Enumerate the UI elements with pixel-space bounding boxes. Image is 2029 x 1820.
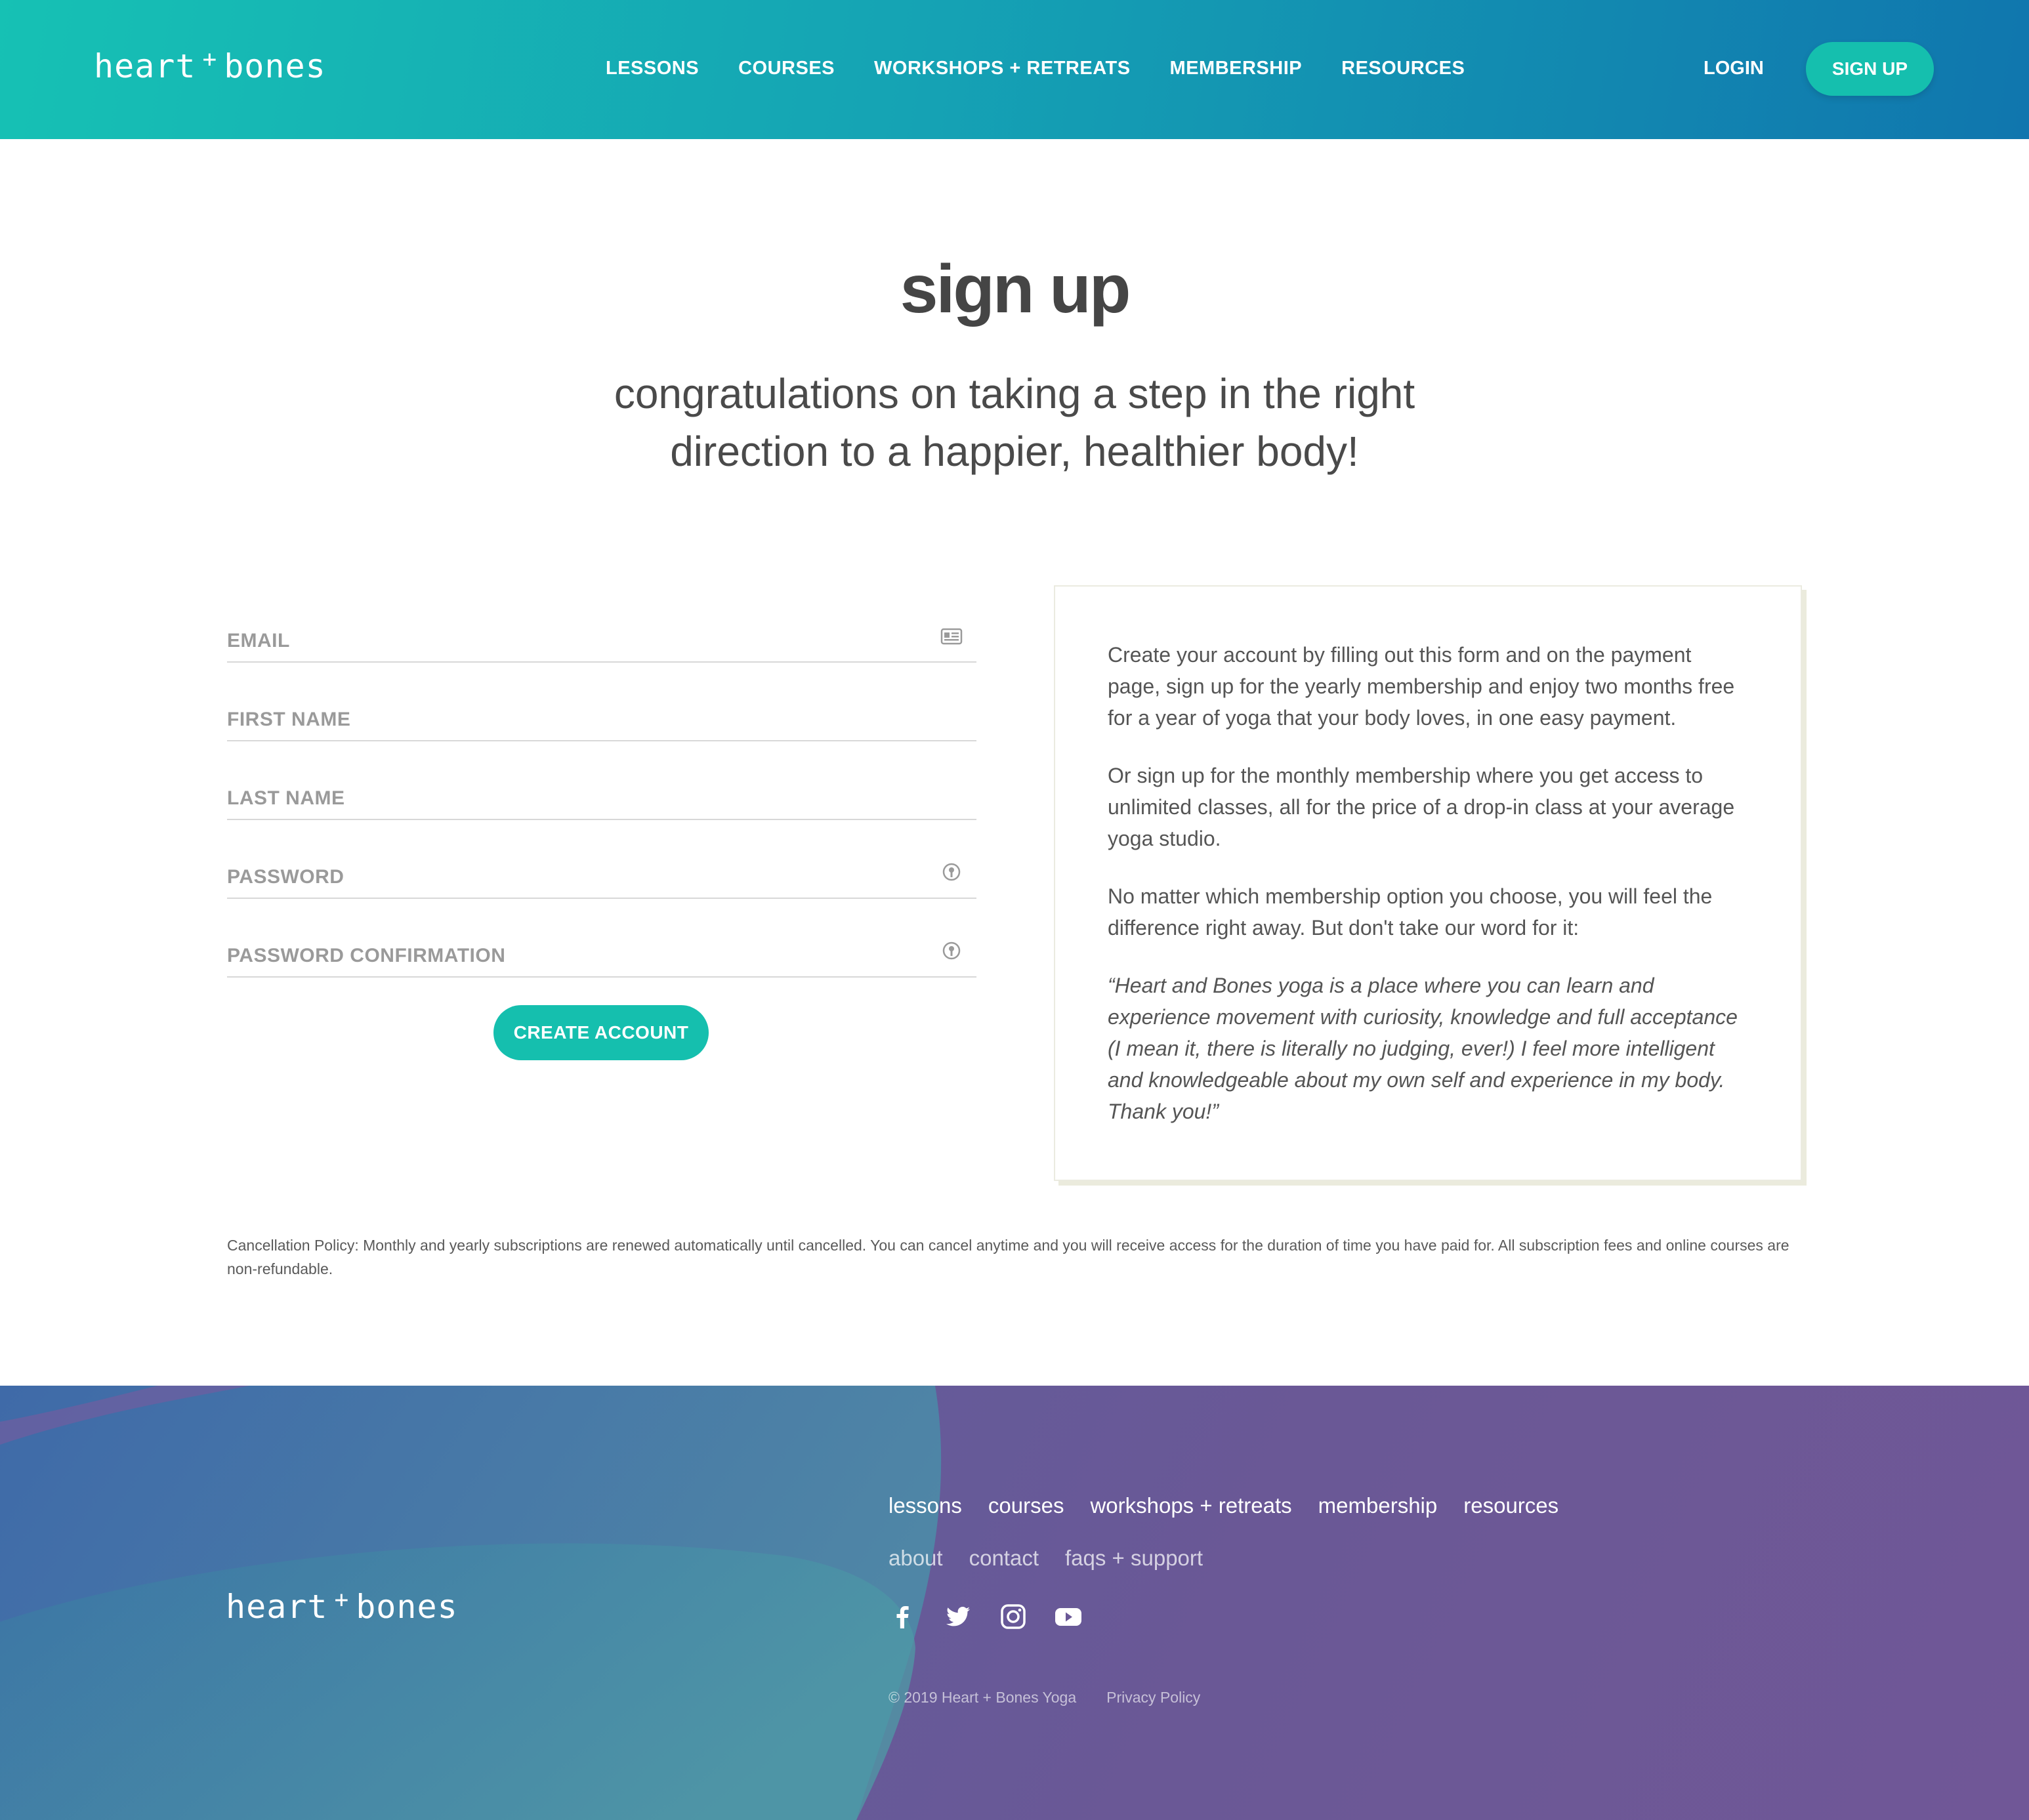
page-subtitle: congratulations on taking a step in the … [614,370,1415,475]
last-name-input[interactable] [227,776,923,815]
cancellation-policy: Cancellation Policy: Monthly and yearly … [227,1237,1789,1277]
nav-lessons[interactable]: LESSONS [606,58,699,79]
facebook-icon[interactable] [889,1602,917,1631]
info-paragraph-difference: No matter which membership option you ch… [1108,884,1713,940]
footer-legal: © 2019 Heart + Bones Yoga Privacy Policy [889,1689,1200,1706]
youtube-icon[interactable] [1054,1602,1083,1631]
password-manager-icon[interactable] [940,940,963,963]
password-manager-icon[interactable] [940,861,963,884]
logo-text-bones: bones [224,47,326,85]
footer-logo-heart: heart [226,1588,328,1626]
site-header: heart + bones LESSONS COURSES WORKSHOPS + … [0,0,2029,139]
footer-link-contact[interactable]: contact [969,1546,1039,1571]
signup-form: EMAIL FIRST NAME LAST NAME PASSWORD PASS… [227,584,976,978]
page-title: sign up [900,251,1131,327]
footer-link-faqs-support[interactable]: faqs + support [1065,1546,1203,1571]
nav-courses[interactable]: COURSES [738,58,835,79]
first-name-field[interactable]: FIRST NAME [227,663,976,741]
instagram-icon[interactable] [999,1602,1028,1631]
last-name-field[interactable]: LAST NAME [227,741,976,820]
info-paragraph-yearly: Create your account by filling out this … [1108,643,1735,730]
logo-plus: + [202,46,218,73]
password-confirmation-input[interactable] [227,933,923,972]
footer-primary-nav: lessons courses workshops + retreats mem… [889,1493,1558,1518]
site-logo[interactable]: heart + bones [94,46,326,85]
email-input[interactable] [227,618,923,657]
twitter-icon[interactable] [944,1602,973,1631]
social-links [889,1602,1083,1631]
login-link[interactable]: LOGIN [1704,58,1764,79]
footer-logo-plus: + [334,1586,350,1613]
footer-secondary-nav: about contact faqs + support [889,1546,1203,1571]
copyright-text: © 2019 Heart + Bones Yoga [889,1689,1077,1706]
footer-link-membership[interactable]: membership [1318,1493,1438,1518]
footer-link-workshops-retreats[interactable]: workshops + retreats [1090,1493,1291,1518]
password-input[interactable] [227,854,923,894]
main-nav: LESSONS COURSES WORKSHOPS + RETREATS MEM… [606,58,1465,79]
first-name-input[interactable] [227,697,923,736]
password-confirmation-field[interactable]: PASSWORD CONFIRMATION [227,899,976,978]
signup-button[interactable]: SIGN UP [1806,42,1934,96]
footer-link-resources[interactable]: resources [1463,1493,1558,1518]
contact-card-icon[interactable] [940,625,963,648]
privacy-policy-link[interactable]: Privacy Policy [1106,1689,1200,1706]
nav-resources[interactable]: RESOURCES [1341,58,1465,79]
footer-logo[interactable]: heart + bones [226,1586,458,1626]
nav-workshops-retreats[interactable]: WORKSHOPS + RETREATS [874,58,1131,79]
site-footer: heart + bones lessons courses workshops + … [0,1386,2029,1820]
membership-info-card: Create your account by filling out this … [1054,585,1802,1181]
create-account-button[interactable]: CREATE ACCOUNT [493,1005,709,1060]
footer-link-about[interactable]: about [889,1546,943,1571]
nav-membership[interactable]: MEMBERSHIP [1170,58,1303,79]
footer-link-lessons[interactable]: lessons [889,1493,962,1518]
logo-text-heart: heart [94,47,196,85]
footer-link-courses[interactable]: courses [988,1493,1064,1518]
password-field[interactable]: PASSWORD [227,820,976,899]
email-field[interactable]: EMAIL [227,584,976,663]
info-paragraph-monthly: Or sign up for the monthly membership wh… [1108,764,1735,850]
testimonial-quote: “Heart and Bones yoga is a place where y… [1108,974,1738,1123]
footer-logo-bones: bones [356,1588,458,1626]
